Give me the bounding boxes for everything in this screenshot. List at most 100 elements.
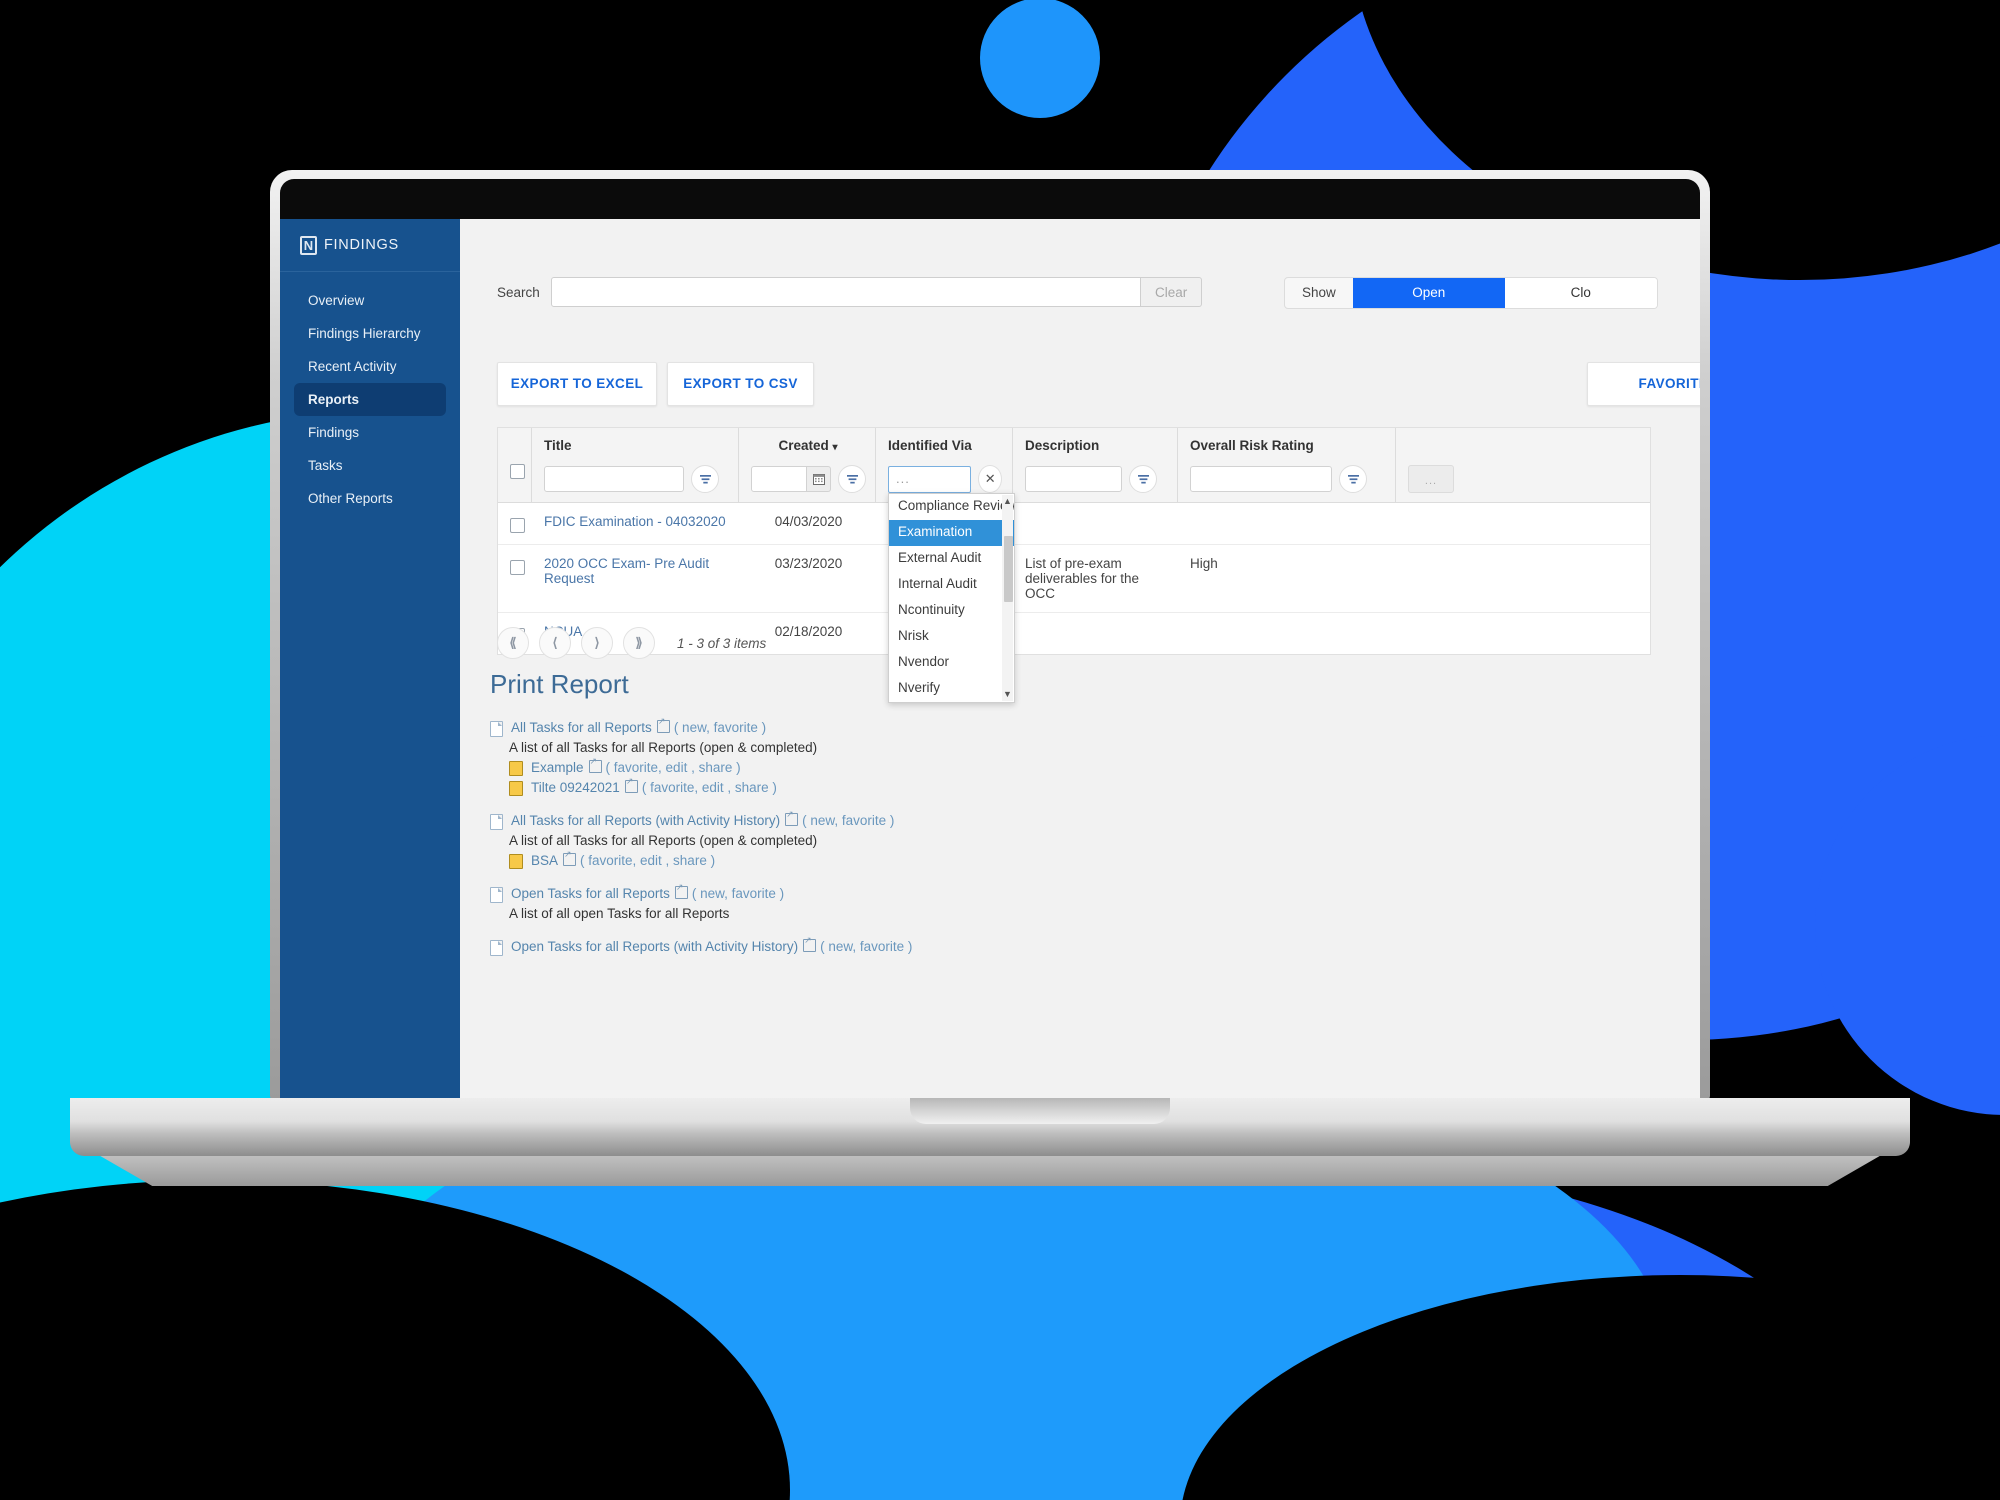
segment-closed[interactable]: Clo (1504, 278, 1657, 308)
scroll-up-icon[interactable]: ▲ (1002, 495, 1013, 508)
column-created[interactable]: Created ▾ (739, 428, 876, 502)
row-extra (1396, 545, 1636, 612)
calendar-icon[interactable] (807, 466, 831, 492)
dropdown-option[interactable]: Nrisk (889, 624, 1014, 650)
table-row[interactable]: 2020 OCC Exam- Pre Audit Request 03/23/2… (498, 545, 1650, 613)
row-checkbox[interactable] (510, 518, 525, 533)
report-item[interactable]: Open Tasks for all Reports ( new, favorit… (490, 882, 1250, 903)
sidebar-item-recent-activity[interactable]: Recent Activity (294, 350, 446, 383)
column-identified-via[interactable]: Identified Via ... ✕ Compliance Review E… (876, 428, 1015, 703)
title-filter-icon[interactable] (691, 465, 719, 493)
column-description[interactable]: Description (1013, 428, 1178, 502)
dropdown-option[interactable]: Internal Audit (889, 572, 1014, 598)
report-item[interactable]: All Tasks for all Reports (with Activity… (490, 809, 1250, 830)
report-actions[interactable]: ( new, favorite ) (820, 939, 912, 954)
pager-last-button[interactable]: ⟫ (623, 627, 655, 659)
open-external-icon[interactable] (563, 849, 577, 866)
column-title[interactable]: Title (532, 428, 739, 502)
report-actions[interactable]: ( new, favorite ) (692, 886, 784, 901)
dropdown-option[interactable]: Ncontinuity (889, 598, 1014, 624)
description-filter-input[interactable] (1025, 466, 1122, 492)
select-all-checkbox[interactable] (510, 464, 525, 479)
report-child-item[interactable]: BSA ( favorite, edit , share ) (509, 849, 1250, 870)
column-extra-partial[interactable]: ... (1396, 428, 1636, 502)
identified-via-dropdown[interactable]: Compliance Review Examination External A… (888, 493, 1015, 703)
sidebar-item-other-reports[interactable]: Other Reports (294, 482, 446, 515)
column-overall-risk-rating[interactable]: Overall Risk Rating (1178, 428, 1396, 502)
search-input[interactable] (551, 277, 1141, 307)
report-name[interactable]: All Tasks for all Reports (with Activity… (511, 813, 780, 828)
dropdown-option[interactable]: Nverify (889, 676, 1014, 702)
open-external-icon[interactable] (588, 756, 602, 773)
row-description (1013, 613, 1178, 654)
report-item[interactable]: All Tasks for all Reports ( new, favorite… (490, 716, 1250, 737)
risk-filter-icon[interactable] (1339, 465, 1367, 493)
report-child-name[interactable]: BSA (531, 853, 558, 868)
open-external-icon[interactable] (674, 882, 688, 899)
report-child-name[interactable]: Example (531, 760, 584, 775)
sidebar-item-reports[interactable]: Reports (294, 383, 446, 416)
export-to-excel-button[interactable]: EXPORT TO EXCEL (497, 362, 657, 406)
open-external-icon[interactable] (624, 776, 638, 793)
report-name[interactable]: All Tasks for all Reports (511, 720, 652, 735)
report-name[interactable]: Open Tasks for all Reports (with Activit… (511, 939, 798, 954)
report-child-item[interactable]: Tilte 09242021 ( favorite, edit , share ) (509, 776, 1250, 797)
pager-prev-button[interactable]: ⟨ (539, 627, 571, 659)
export-to-csv-button[interactable]: EXPORT TO CSV (667, 362, 814, 406)
report-actions[interactable]: ( new, favorite ) (802, 813, 894, 828)
report-actions[interactable]: ( new, favorite ) (674, 720, 766, 735)
row-title[interactable]: FDIC Examination - 04032020 (532, 503, 739, 544)
dropdown-option-selected[interactable]: Examination (889, 520, 1014, 546)
report-name[interactable]: Open Tasks for all Reports (511, 886, 670, 901)
sidebar-item-findings[interactable]: Findings (294, 416, 446, 449)
description-filter-icon[interactable] (1129, 465, 1157, 493)
report-child-actions[interactable]: ( favorite, edit , share ) (580, 853, 715, 868)
row-risk (1178, 613, 1396, 654)
open-external-icon[interactable] (656, 716, 670, 733)
identified-via-clear-icon[interactable]: ✕ (978, 465, 1002, 493)
risk-filter-input[interactable] (1190, 466, 1332, 492)
open-external-icon[interactable] (785, 809, 799, 826)
sidebar-item-label: Reports (308, 392, 360, 407)
scroll-down-icon[interactable]: ▼ (1002, 688, 1013, 701)
dropdown-option[interactable]: Nvendor (889, 650, 1014, 676)
created-filter-icon[interactable] (838, 465, 866, 493)
report-child-name[interactable]: Tilte 09242021 (531, 780, 620, 795)
table-row[interactable]: FDIC Examination - 04032020 04/03/2020 (498, 503, 1650, 545)
created-filter-input[interactable] (751, 466, 807, 492)
app-viewport: N FINDINGS Overview Findings Hierarchy R… (280, 219, 1700, 1099)
brand-logo: N FINDINGS (280, 219, 460, 272)
report-child-actions[interactable]: ( favorite, edit , share ) (606, 760, 741, 775)
report-item[interactable]: Open Tasks for all Reports (with Activit… (490, 935, 1250, 956)
pager-first-button[interactable]: ⟪ (497, 627, 529, 659)
row-title[interactable]: 2020 OCC Exam- Pre Audit Request (532, 545, 739, 612)
dropdown-option[interactable]: External Audit (889, 546, 1014, 572)
favorite-button[interactable]: FAVORITE: N (1587, 362, 1700, 406)
title-filter-input[interactable] (544, 466, 684, 492)
dropdown-option[interactable]: Compliance Review (889, 494, 1014, 520)
pager-next-button[interactable]: ⟩ (581, 627, 613, 659)
clear-button[interactable]: Clear (1141, 277, 1203, 307)
document-icon (490, 940, 503, 956)
main-content: Search Clear Show Open Clo EXPORT TO EXC… (460, 219, 1700, 1099)
reports-grid: Title Created ▾ Identified Via ... ✕ Com… (497, 427, 1651, 703)
identified-via-filter-input[interactable]: ... (888, 465, 972, 493)
report-child-actions[interactable]: ( favorite, edit , share ) (642, 780, 777, 795)
blue-dot-decoration (980, 0, 1100, 118)
sidebar-item-overview[interactable]: Overview (294, 284, 446, 317)
report-group: All Tasks for all Reports (with Activity… (490, 809, 1250, 870)
sidebar-item-findings-hierarchy[interactable]: Findings Hierarchy (294, 317, 446, 350)
report-group: Open Tasks for all Reports ( new, favorit… (490, 882, 1250, 923)
findings-logo-icon: N (300, 235, 317, 255)
extra-filter-input[interactable]: ... (1408, 465, 1454, 493)
dropdown-scroll-thumb[interactable] (1004, 536, 1013, 602)
row-checkbox-cell (498, 503, 532, 544)
open-external-icon[interactable] (803, 935, 817, 952)
row-description (1013, 503, 1178, 544)
row-checkbox[interactable] (510, 560, 525, 575)
segment-open[interactable]: Open (1352, 278, 1505, 308)
column-select-all (498, 428, 532, 502)
sidebar-item-tasks[interactable]: Tasks (294, 449, 446, 482)
report-child-item[interactable]: Example ( favorite, edit , share ) (509, 756, 1250, 777)
sidebar-item-label: Overview (308, 293, 365, 308)
